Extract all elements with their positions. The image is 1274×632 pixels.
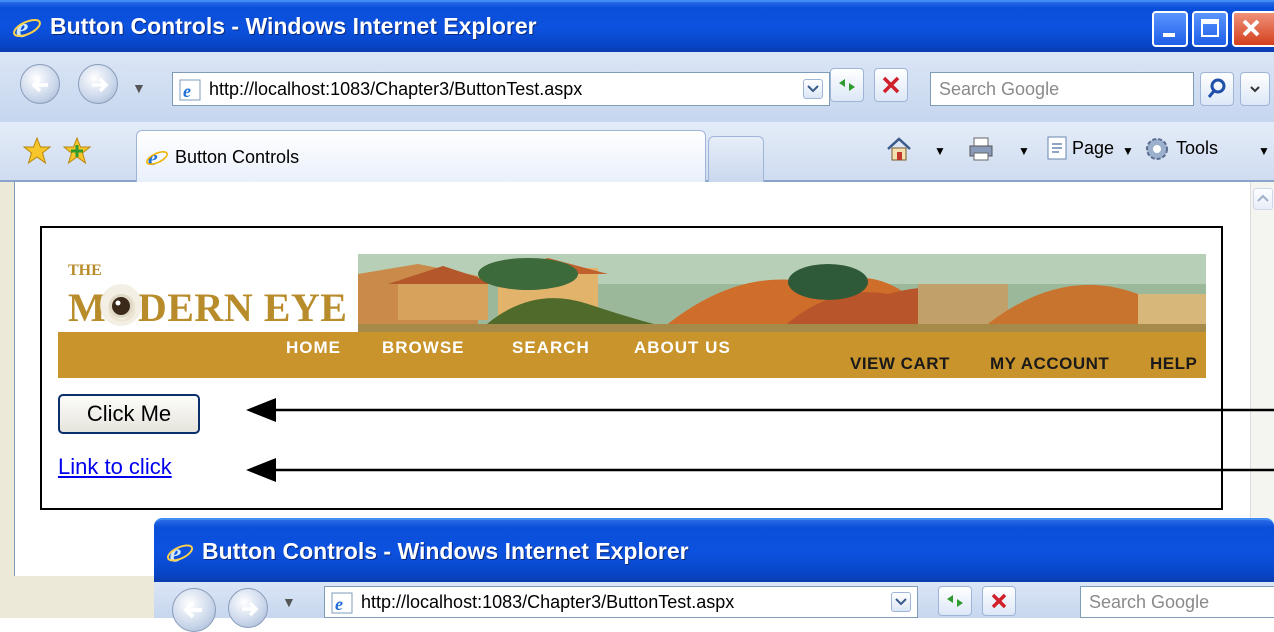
second-window-title: Button Controls - Windows Internet Explo… (202, 538, 689, 564)
second-forward-button[interactable] (228, 588, 268, 628)
chevron-down-icon (895, 598, 907, 606)
back-arrow-icon (183, 601, 202, 619)
second-search-placeholder: Search Google (1089, 592, 1210, 612)
arrow-to-link (246, 458, 1274, 482)
second-refresh-button[interactable] (938, 586, 972, 616)
forward-arrow-icon (242, 601, 259, 617)
second-title-bar[interactable]: e Button Controls - Windows Internet Exp… (154, 518, 1274, 582)
second-search-input[interactable]: Search Google (1080, 586, 1274, 618)
second-stop-button[interactable] (982, 586, 1016, 616)
second-recent-pages-dropdown[interactable]: ▼ (282, 594, 296, 610)
second-back-button[interactable] (172, 588, 216, 632)
stop-icon (991, 593, 1007, 609)
arrow-to-button (246, 398, 1274, 422)
second-browser-window: e Button Controls - Windows Internet Exp… (154, 518, 1274, 632)
page-ie-icon: e (331, 592, 353, 614)
second-address-input[interactable]: e http://localhost:1083/Chapter3/ButtonT… (324, 586, 918, 618)
second-navigation-bar: ▼ e http://localhost:1083/Chapter3/Butto… (154, 582, 1274, 632)
browser-window: e Button Controls - Windows Internet Exp… (0, 0, 1274, 632)
ie-logo-icon: e (166, 538, 194, 566)
second-address-dropdown-button[interactable] (891, 592, 911, 612)
svg-text:e: e (335, 594, 343, 614)
second-address-url: http://localhost:1083/Chapter3/ButtonTes… (361, 592, 735, 612)
refresh-icon (947, 595, 963, 607)
